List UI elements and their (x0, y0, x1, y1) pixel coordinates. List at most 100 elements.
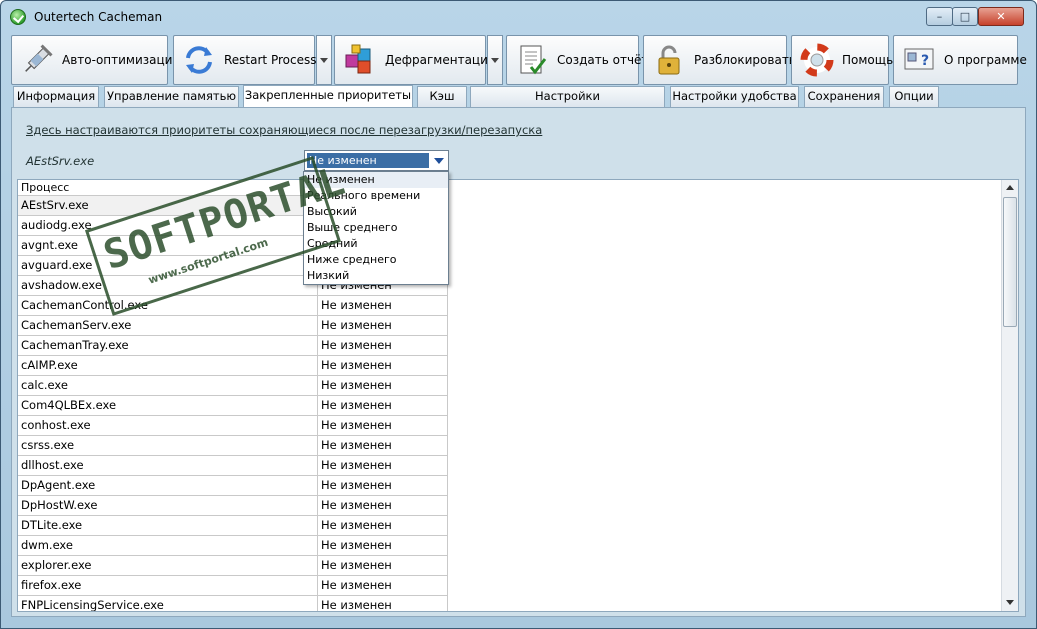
table-row[interactable]: dwm.exe Не изменен (18, 536, 448, 556)
chevron-down-icon[interactable] (434, 158, 444, 164)
restart-process-button[interactable]: Restart Process (173, 35, 317, 85)
restart-process-dropdown[interactable] (316, 35, 332, 85)
minimize-button[interactable]: – (926, 7, 953, 26)
priority-option[interactable]: Не изменен (304, 172, 448, 188)
auto-optimize-button[interactable]: Авто-оптимизация (11, 35, 180, 85)
create-report-label: Создать отчёт (557, 53, 649, 67)
defrag-dropdown[interactable] (487, 35, 503, 85)
priorities-panel: Здесь настраиваются приоритеты сохраняющ… (11, 107, 1026, 617)
scroll-thumb[interactable] (1003, 197, 1017, 327)
table-row[interactable]: csrss.exe Не изменен (18, 436, 448, 456)
process-name-cell[interactable]: CachemanControl.exe (18, 296, 318, 316)
table-row[interactable]: CachemanTray.exe Не изменен (18, 336, 448, 356)
table-row[interactable]: dllhost.exe Не изменен (18, 456, 448, 476)
report-icon (515, 43, 549, 77)
process-name-cell[interactable]: calc.exe (18, 376, 318, 396)
priority-cell[interactable]: Не изменен (318, 296, 448, 316)
priority-cell[interactable]: Не изменен (318, 376, 448, 396)
process-name-cell[interactable]: dwm.exe (18, 536, 318, 556)
process-name-cell[interactable]: csrss.exe (18, 436, 318, 456)
tab-memory[interactable]: Управление памятью (104, 86, 239, 107)
process-name-cell[interactable]: dllhost.exe (18, 456, 318, 476)
scroll-down-icon[interactable] (1002, 595, 1018, 611)
table-row[interactable]: DpHostW.exe Не изменен (18, 496, 448, 516)
process-name-cell[interactable]: audiodg.exe (18, 216, 318, 236)
priority-combo[interactable]: Не изменен (304, 150, 449, 171)
scroll-up-icon[interactable] (1002, 180, 1018, 196)
process-name-cell[interactable]: DpAgent.exe (18, 476, 318, 496)
table-row[interactable]: conhost.exe Не изменен (18, 416, 448, 436)
close-button[interactable]: ✕ (978, 7, 1024, 26)
table-row[interactable]: CachemanServ.exe Не изменен (18, 316, 448, 336)
process-name-cell[interactable]: DTLite.exe (18, 516, 318, 536)
table-row[interactable]: DpAgent.exe Не изменен (18, 476, 448, 496)
priority-option[interactable]: Выше среднего (304, 220, 448, 236)
defrag-button[interactable]: Дефрагментация (334, 35, 495, 85)
priority-option[interactable]: Реального времени (304, 188, 448, 204)
tab-performance[interactable]: Настройки производительности (470, 86, 665, 122)
process-name-cell[interactable]: CachemanTray.exe (18, 336, 318, 356)
unlock-label: Разблокировать (694, 53, 796, 67)
tab-pinned-priorities[interactable]: Закрепленные приоритеты (243, 85, 413, 108)
process-name-cell[interactable]: DpHostW.exe (18, 496, 318, 516)
process-name-cell[interactable]: Com4QLBEx.exe (18, 396, 318, 416)
table-row[interactable]: Com4QLBEx.exe Не изменен (18, 396, 448, 416)
priority-option[interactable]: Ниже среднего (304, 252, 448, 268)
priority-option[interactable]: Низкий (304, 268, 448, 284)
process-name-cell[interactable]: FNPLicensingService.exe (18, 596, 318, 611)
column-header-process[interactable]: Процесс (18, 180, 318, 196)
selected-process-label: AEstSrv.exe (26, 154, 95, 168)
app-window: Outertech Cacheman – □ ✕ Авто-оптимизаци… (0, 0, 1037, 629)
unlock-button[interactable]: Разблокировать (643, 35, 796, 85)
tab-convenience[interactable]: Настройки удобства (670, 86, 799, 107)
tab-saves[interactable]: Сохранения (804, 86, 884, 107)
table-row[interactable]: explorer.exe Не изменен (18, 556, 448, 576)
process-name-cell[interactable]: CachemanServ.exe (18, 316, 318, 336)
priority-cell[interactable]: Не изменен (318, 396, 448, 416)
process-name-cell[interactable]: AEstSrv.exe (18, 196, 318, 216)
priority-cell[interactable]: Не изменен (318, 476, 448, 496)
table-row[interactable]: calc.exe Не изменен (18, 376, 448, 396)
about-label: О программе (944, 53, 1027, 67)
about-button[interactable]: ? О программе (893, 35, 1027, 85)
priority-cell[interactable]: Не изменен (318, 336, 448, 356)
process-grid: Процесс AEstSrv.exe audiodg.exe avgnt.exe a… (17, 179, 1019, 612)
table-row[interactable]: DTLite.exe Не изменен (18, 516, 448, 536)
process-name-cell[interactable]: conhost.exe (18, 416, 318, 436)
priority-cell[interactable]: Не изменен (318, 516, 448, 536)
process-name-cell[interactable]: firefox.exe (18, 576, 318, 596)
priority-cell[interactable]: Не изменен (318, 356, 448, 376)
table-row[interactable]: firefox.exe Не изменен (18, 576, 448, 596)
create-report-button[interactable]: Создать отчёт (506, 35, 648, 85)
help-button[interactable]: Помощь (791, 35, 893, 85)
restart-process-label: Restart Process (224, 53, 317, 67)
priority-cell[interactable]: Не изменен (318, 496, 448, 516)
priority-option[interactable]: Высокий (304, 204, 448, 220)
tab-info[interactable]: Информация (13, 86, 99, 107)
vertical-scrollbar[interactable] (1001, 180, 1018, 611)
process-name-cell[interactable]: avshadow.exe (18, 276, 318, 296)
priority-cell[interactable]: Не изменен (318, 556, 448, 576)
priority-cell[interactable]: Не изменен (318, 596, 448, 611)
table-row[interactable]: CachemanControl.exe Не изменен (18, 296, 448, 316)
process-name-cell[interactable]: explorer.exe (18, 556, 318, 576)
priority-cell[interactable]: Не изменен (318, 436, 448, 456)
priority-cell[interactable]: Не изменен (318, 536, 448, 556)
blocks-icon (343, 43, 377, 77)
table-row[interactable]: FNPLicensingService.exe Не изменен (18, 596, 448, 611)
process-name-cell[interactable]: avgnt.exe (18, 236, 318, 256)
svg-text:?: ? (921, 53, 929, 69)
title-bar[interactable]: Outertech Cacheman – □ ✕ (1, 1, 1036, 31)
priority-cell[interactable]: Не изменен (318, 416, 448, 436)
maximize-button[interactable]: □ (952, 7, 978, 26)
priority-option[interactable]: Средний (304, 236, 448, 252)
priority-cell[interactable]: Не изменен (318, 316, 448, 336)
process-name-cell[interactable]: cAIMP.exe (18, 356, 318, 376)
syringe-icon (20, 43, 54, 77)
tab-options[interactable]: Опции (889, 86, 939, 107)
table-row[interactable]: cAIMP.exe Не изменен (18, 356, 448, 376)
priority-cell[interactable]: Не изменен (318, 456, 448, 476)
tab-cache[interactable]: Кэш (417, 86, 467, 107)
process-name-cell[interactable]: avguard.exe (18, 256, 318, 276)
priority-cell[interactable]: Не изменен (318, 576, 448, 596)
